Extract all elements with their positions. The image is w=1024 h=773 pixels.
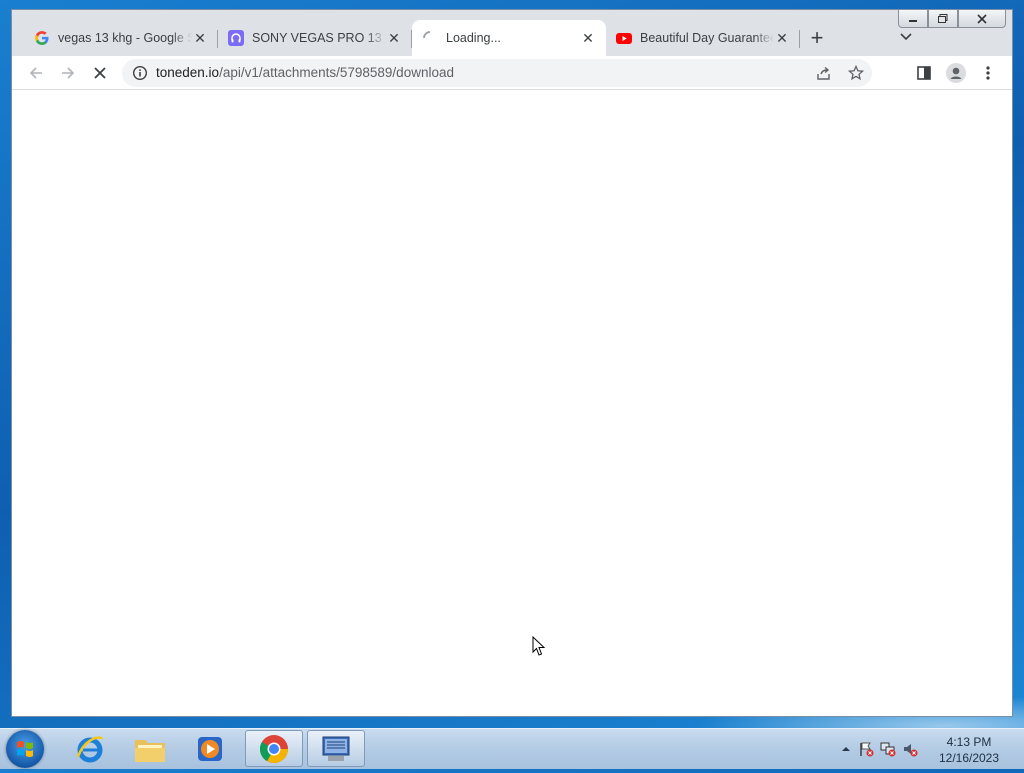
tab-close-icon[interactable]: ✕ bbox=[580, 30, 596, 46]
youtube-icon bbox=[616, 30, 632, 46]
tab-title: SONY VEGAS PRO 13 CR bbox=[252, 31, 386, 45]
minimize-icon bbox=[909, 19, 917, 22]
taskbar-on-screen-keyboard[interactable] bbox=[307, 730, 365, 767]
chrome-icon bbox=[260, 734, 288, 763]
windows-logo-icon bbox=[17, 741, 33, 757]
side-panel-button[interactable] bbox=[912, 61, 936, 85]
title-bar: vegas 13 khg - Google S ✕ SONY VEGAS PRO… bbox=[12, 10, 1012, 56]
side-panel-icon bbox=[917, 66, 931, 80]
google-g-icon bbox=[34, 30, 50, 46]
clock-time: 4:13 PM bbox=[946, 735, 992, 749]
stop-loading-button[interactable] bbox=[88, 61, 112, 85]
tab-loading[interactable]: Loading... ✕ bbox=[412, 20, 606, 56]
close-window-button[interactable] bbox=[958, 10, 1006, 28]
restore-button[interactable] bbox=[928, 10, 958, 28]
window-controls bbox=[898, 10, 1006, 28]
url-text: toneden.io/api/v1/attachments/5798589/do… bbox=[156, 65, 454, 80]
chevron-down-icon bbox=[900, 33, 912, 41]
tab-separator bbox=[799, 30, 800, 48]
taskbar: 4:13 PM 12/16/2023 bbox=[0, 728, 1024, 769]
profile-button[interactable] bbox=[944, 61, 968, 85]
taskbar-internet-explorer[interactable] bbox=[61, 730, 119, 767]
avatar-icon bbox=[946, 63, 966, 83]
network-icon[interactable] bbox=[880, 741, 896, 757]
taskbar-file-explorer[interactable] bbox=[121, 730, 179, 767]
chrome-window: vegas 13 khg - Google S ✕ SONY VEGAS PRO… bbox=[11, 9, 1013, 717]
menu-button[interactable] bbox=[976, 61, 1000, 85]
stop-x-icon bbox=[94, 67, 106, 79]
show-hidden-icons-icon[interactable] bbox=[838, 741, 854, 757]
system-tray: 4:13 PM 12/16/2023 bbox=[834, 729, 1024, 769]
url-host: toneden.io bbox=[156, 65, 220, 80]
tab-sony-vegas[interactable]: SONY VEGAS PRO 13 CR ✕ bbox=[218, 20, 412, 56]
folder-icon bbox=[135, 739, 165, 762]
loading-spinner-icon bbox=[422, 30, 438, 46]
share-icon[interactable] bbox=[816, 65, 832, 86]
headphones-icon bbox=[228, 30, 244, 46]
site-info-icon[interactable] bbox=[132, 65, 148, 86]
keyboard-icon bbox=[322, 736, 350, 761]
mouse-cursor-icon bbox=[532, 635, 546, 662]
page-content bbox=[12, 90, 1012, 716]
address-bar[interactable]: toneden.io/api/v1/attachments/5798589/do… bbox=[122, 59, 872, 87]
tab-close-icon[interactable]: ✕ bbox=[774, 30, 790, 46]
tab-close-icon[interactable]: ✕ bbox=[192, 30, 208, 46]
tab-title: Beautiful Day Guarantee bbox=[640, 31, 774, 45]
start-button[interactable] bbox=[6, 730, 44, 768]
close-icon bbox=[977, 13, 987, 24]
back-button[interactable] bbox=[24, 61, 48, 85]
kebab-menu-icon bbox=[986, 66, 990, 80]
volume-muted-icon[interactable] bbox=[902, 741, 918, 757]
bookmark-star-icon[interactable] bbox=[847, 64, 865, 86]
tab-title: Loading... bbox=[446, 31, 501, 45]
tab-youtube[interactable]: Beautiful Day Guarantee ✕ bbox=[606, 20, 800, 56]
internet-explorer-icon bbox=[76, 735, 104, 762]
tab-search-button[interactable] bbox=[900, 28, 912, 44]
url-path: /api/v1/attachments/5798589/download bbox=[219, 65, 454, 80]
clock[interactable]: 4:13 PM 12/16/2023 bbox=[934, 734, 1004, 766]
tab-close-icon[interactable]: ✕ bbox=[386, 30, 402, 46]
plus-icon: + bbox=[810, 25, 824, 50]
new-tab-button[interactable]: + bbox=[800, 20, 834, 56]
restore-icon bbox=[938, 14, 948, 23]
tab-google-search[interactable]: vegas 13 khg - Google S ✕ bbox=[24, 20, 218, 56]
media-player-icon bbox=[198, 736, 222, 761]
arrow-left-icon bbox=[29, 67, 42, 79]
arrow-right-icon bbox=[62, 67, 75, 79]
action-center-flag-icon[interactable] bbox=[858, 741, 874, 757]
minimize-button[interactable] bbox=[898, 10, 928, 28]
tab-strip: vegas 13 khg - Google S ✕ SONY VEGAS PRO… bbox=[24, 20, 834, 56]
taskbar-chrome[interactable] bbox=[245, 730, 303, 767]
taskbar-media-player[interactable] bbox=[181, 730, 239, 767]
tab-title: vegas 13 khg - Google S bbox=[58, 31, 192, 45]
browser-toolbar: toneden.io/api/v1/attachments/5798589/do… bbox=[12, 56, 1012, 90]
clock-date: 12/16/2023 bbox=[938, 751, 1000, 765]
forward-button[interactable] bbox=[56, 61, 80, 85]
